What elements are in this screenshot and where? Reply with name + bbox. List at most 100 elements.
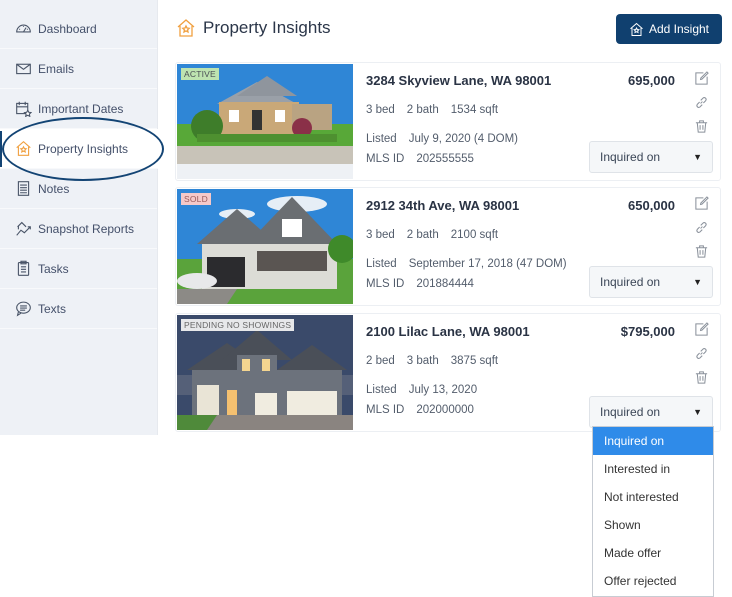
beds: 3 bed [366, 104, 395, 116]
edit-icon[interactable] [694, 196, 709, 211]
dropdown-option-shown[interactable]: Shown [593, 511, 713, 539]
property-photo-frame: ACTIVE [177, 64, 353, 179]
property-specs: 2 bed 3 bath 3875 sqft [366, 355, 510, 367]
sidebar-item-notes[interactable]: Notes [0, 169, 157, 209]
sidebar-item-label: Notes [38, 181, 70, 196]
interest-select[interactable]: Inquired on ▼ [589, 396, 713, 428]
status-badge: SOLD [181, 193, 211, 205]
chat-bubble-icon [14, 300, 32, 318]
sidebar-item-label: Important Dates [38, 101, 124, 116]
sidebar-item-label: Emails [38, 61, 75, 76]
mls-info: MLS ID 202000000 [366, 404, 474, 416]
sidebar-item-snapshot-reports[interactable]: Snapshot Reports [0, 209, 157, 249]
link-icon[interactable] [694, 220, 709, 235]
sidebar-item-texts[interactable]: Texts [0, 289, 157, 329]
listed-info: Listed September 17, 2018 (47 DOM) [366, 258, 567, 270]
mls-info: MLS ID 202555555 [366, 153, 474, 165]
edit-icon[interactable] [694, 322, 709, 337]
interest-select-value: Inquired on [600, 405, 661, 419]
sidebar: Dashboard Emails Important Dates Propert… [0, 0, 158, 435]
link-icon[interactable] [694, 95, 709, 110]
house-star-icon [630, 22, 643, 36]
interest-select[interactable]: Inquired on ▼ [589, 266, 713, 298]
sidebar-item-dashboard[interactable]: Dashboard [0, 9, 157, 49]
property-specs: 3 bed 2 bath 2100 sqft [366, 229, 510, 241]
listed-label: Listed [366, 258, 397, 270]
dropdown-option-offer-rejected[interactable]: Offer rejected [593, 567, 713, 595]
interest-select[interactable]: Inquired on ▼ [589, 141, 713, 173]
sidebar-item-label: Property Insights [38, 141, 129, 156]
status-badge: PENDING NO SHOWINGS [181, 319, 295, 331]
baths: 2 bath [406, 104, 439, 116]
add-insight-label: Add Insight [648, 22, 710, 36]
edit-icon[interactable] [694, 71, 709, 86]
baths: 2 bath [406, 229, 439, 241]
listed-date: July 13, 2020 [408, 384, 478, 396]
mls-info: MLS ID 201884444 [366, 278, 474, 290]
property-price: 695,000 [628, 73, 675, 88]
sidebar-item-tasks[interactable]: Tasks [0, 249, 157, 289]
sidebar-item-property-insights[interactable]: Property Insights [0, 129, 158, 169]
snapshot-chart-icon [14, 220, 32, 238]
interest-select-value: Inquired on [600, 150, 661, 164]
property-card: PENDING NO SHOWINGS 2100 Lilac Lane, WA … [175, 313, 721, 432]
sidebar-item-label: Snapshot Reports [38, 221, 135, 236]
add-insight-button[interactable]: Add Insight [616, 14, 722, 44]
property-address[interactable]: 2912 34th Ave, WA 98001 [366, 198, 519, 213]
mls-id: 202000000 [416, 404, 474, 416]
property-photo-frame: PENDING NO SHOWINGS [177, 315, 353, 430]
dashboard-gauge-icon [14, 20, 32, 38]
sidebar-item-important-dates[interactable]: Important Dates [0, 89, 157, 129]
mls-label: MLS ID [366, 278, 405, 290]
envelope-icon [14, 60, 32, 78]
house-star-icon [14, 140, 32, 158]
mls-label: MLS ID [366, 404, 405, 416]
interest-select-value: Inquired on [600, 275, 661, 289]
sqft: 2100 sqft [450, 229, 499, 241]
card-actions [694, 71, 710, 143]
beds: 2 bed [366, 355, 395, 367]
property-photo[interactable] [177, 315, 353, 430]
property-address[interactable]: 2100 Lilac Lane, WA 98001 [366, 324, 530, 339]
property-price: $795,000 [620, 324, 675, 339]
mls-id: 202555555 [416, 153, 474, 165]
page-title: Property Insights [176, 18, 331, 38]
house-star-icon [177, 19, 195, 37]
active-indicator [0, 131, 2, 167]
interest-dropdown-menu: Inquired on Interested in Not interested… [592, 426, 714, 597]
dropdown-option-inquired-on[interactable]: Inquired on [593, 427, 713, 455]
mls-id: 201884444 [416, 278, 474, 290]
trash-icon[interactable] [694, 370, 709, 385]
listed-label: Listed [366, 384, 397, 396]
beds: 3 bed [366, 229, 395, 241]
sidebar-item-label: Dashboard [38, 21, 97, 36]
page-title-text: Property Insights [203, 18, 331, 37]
sidebar-item-label: Tasks [38, 261, 69, 276]
notes-icon [14, 180, 32, 198]
mls-label: MLS ID [366, 153, 405, 165]
status-badge: ACTIVE [181, 68, 219, 80]
property-price: 650,000 [628, 198, 675, 213]
sidebar-item-emails[interactable]: Emails [0, 49, 157, 89]
card-actions [694, 322, 710, 394]
sqft: 1534 sqft [450, 104, 499, 116]
property-photo-frame: SOLD [177, 189, 353, 304]
dropdown-option-not-interested[interactable]: Not interested [593, 483, 713, 511]
calendar-icon [14, 100, 32, 118]
dropdown-option-interested-in[interactable]: Interested in [593, 455, 713, 483]
property-photo[interactable] [177, 189, 353, 304]
chevron-down-icon: ▼ [693, 277, 702, 287]
clipboard-icon [14, 260, 32, 278]
link-icon[interactable] [694, 346, 709, 361]
listed-info: Listed July 13, 2020 [366, 384, 477, 396]
property-card: ACTIVE 3284 Skyview Lane, WA 98001 695,0… [175, 62, 721, 181]
chevron-down-icon: ▼ [693, 152, 702, 162]
dropdown-option-made-offer[interactable]: Made offer [593, 539, 713, 567]
trash-icon[interactable] [694, 119, 709, 134]
trash-icon[interactable] [694, 244, 709, 259]
listed-label: Listed [366, 133, 397, 145]
property-card: SOLD 2912 34th Ave, WA 98001 650,000 3 b… [175, 187, 721, 306]
card-actions [694, 196, 710, 268]
property-address[interactable]: 3284 Skyview Lane, WA 98001 [366, 73, 551, 88]
baths: 3 bath [406, 355, 439, 367]
